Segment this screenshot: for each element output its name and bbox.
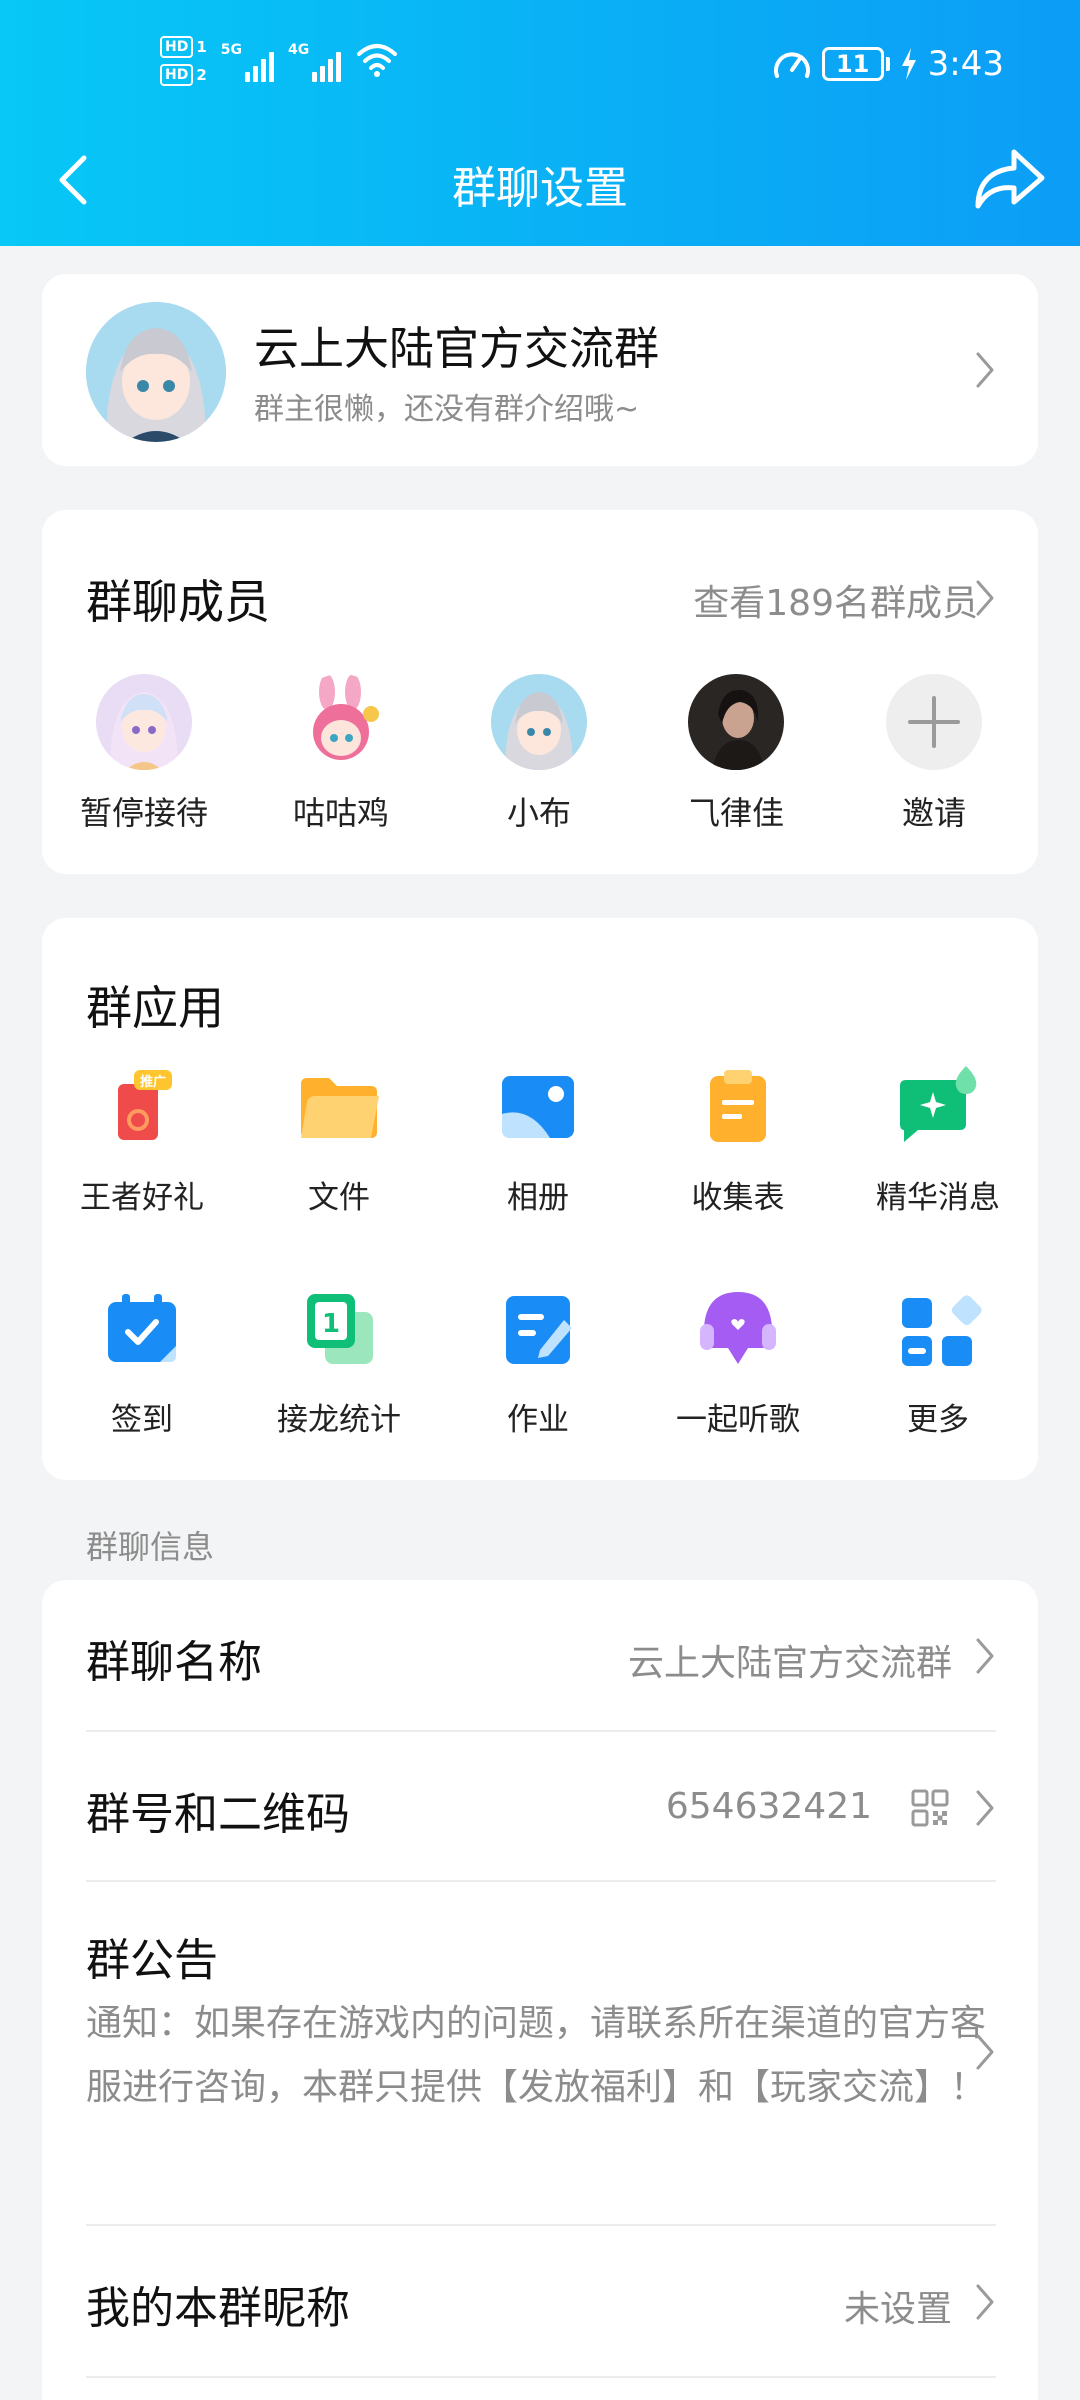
member-item[interactable]: 小布: [459, 674, 619, 834]
member-name: 暂停接待: [79, 794, 208, 832]
app-item[interactable]: 签到: [52, 1284, 232, 1439]
page-title: 群聊设置: [452, 163, 628, 214]
system-indicators: 11 3:43: [772, 44, 1004, 84]
share-icon[interactable]: [970, 144, 1050, 216]
announcement-label: 群公告: [86, 1935, 218, 1986]
checkin-calendar-icon[interactable]: [98, 1284, 186, 1372]
app-item[interactable]: 相册: [448, 1062, 628, 1217]
app-label: 作业: [507, 1402, 569, 1438]
sim1-indicator: HD 1: [160, 36, 207, 58]
member-name: 小布: [506, 794, 571, 832]
app-item[interactable]: 1 接龙统计: [249, 1284, 429, 1439]
sim2-indicator: HD 2: [160, 64, 207, 86]
group-name-value: 云上大陆官方交流群: [627, 1643, 952, 1684]
member-item[interactable]: ⺄律佳: [656, 674, 816, 834]
group-number-row[interactable]: 群号和二维码 654632421: [42, 1732, 1038, 1880]
group-description: 群主很懒，还没有群介绍哦~: [254, 392, 640, 427]
group-name-label: 群聊名称: [86, 1637, 262, 1688]
app-item[interactable]: 一起听歌: [648, 1284, 828, 1439]
clock: 3:43: [927, 44, 1004, 84]
nickname-value: 未设置: [843, 2289, 952, 2330]
member-item[interactable]: 暂停接待: [64, 674, 224, 834]
app-item[interactable]: 精华消息: [848, 1062, 1028, 1217]
nav-bar: 群聊设置: [0, 140, 1080, 220]
chevron-right-icon: [976, 352, 994, 388]
member-avatar[interactable]: [688, 674, 784, 770]
wifi-icon: [357, 44, 398, 77]
apps-title: 群应用: [86, 981, 224, 1035]
album-icon[interactable]: [494, 1062, 582, 1150]
app-item[interactable]: 收集表: [648, 1062, 828, 1217]
divider: [86, 2376, 996, 2378]
members-card: 群聊成员 查看189名群成员 暂停接待 咕咕鸡 小布 ⺄律佳 邀请: [42, 510, 1038, 874]
music-together-icon[interactable]: [694, 1284, 782, 1372]
invite-label: 邀请: [901, 794, 966, 832]
app-label: 签到: [111, 1402, 173, 1438]
header-bar: HD 1 HD 2 5G 4G 11 3:43 群聊设置: [0, 0, 1080, 246]
signal-5g-icon: 5G: [221, 36, 275, 82]
app-label: 收集表: [691, 1180, 785, 1216]
svg-text:1: 1: [322, 1309, 340, 1339]
homework-icon[interactable]: [494, 1284, 582, 1372]
member-avatar[interactable]: [491, 674, 587, 770]
folder-icon[interactable]: [295, 1062, 383, 1150]
nickname-label: 我的本群昵称: [86, 2283, 350, 2334]
chevron-right-icon: [976, 1790, 994, 1826]
app-item[interactable]: 推广 王者好礼: [52, 1062, 232, 1217]
group-info-card: 群聊名称 云上大陆官方交流群 群号和二维码 654632421 群公告 通知：如…: [42, 1580, 1038, 2400]
more-apps-icon[interactable]: [894, 1284, 982, 1372]
announcement-row[interactable]: 群公告 通知：如果存在游戏内的问题，请联系所在渠道的官方客服进行咨询，本群只提供…: [42, 1882, 1038, 2222]
app-item[interactable]: 作业: [448, 1284, 628, 1439]
app-label: 文件: [308, 1180, 370, 1216]
invite-button[interactable]: 邀请: [854, 674, 1014, 834]
member-avatar[interactable]: [96, 674, 192, 770]
app-label: 王者好礼: [80, 1180, 204, 1216]
announcement-text: 通知：如果存在游戏内的问题，请联系所在渠道的官方客服进行咨询，本群只提供【发放福…: [86, 2003, 987, 2108]
relay-stats-icon[interactable]: 1: [295, 1284, 383, 1372]
app-item[interactable]: 文件: [249, 1062, 429, 1217]
qr-code-icon[interactable]: [910, 1788, 950, 1828]
app-item[interactable]: 更多: [848, 1284, 1028, 1439]
gift-icon[interactable]: 推广: [98, 1062, 186, 1150]
app-label: 相册: [507, 1180, 569, 1216]
group-name-row[interactable]: 群聊名称 云上大陆官方交流群: [42, 1580, 1038, 1730]
add-icon[interactable]: [886, 674, 982, 770]
chevron-right-icon: [976, 2284, 994, 2320]
chevron-right-icon: [976, 1638, 994, 1674]
app-label: 一起听歌: [676, 1402, 800, 1438]
member-name: 咕咕鸡: [292, 794, 389, 832]
battery-icon: 11: [821, 47, 884, 81]
signal-group: HD 1 HD 2 5G 4G: [160, 36, 399, 86]
group-number-label: 群号和二维码: [86, 1789, 350, 1840]
view-all-members-link[interactable]: 查看189名群成员: [693, 574, 978, 626]
section-label: 群聊信息: [86, 1528, 215, 1566]
chevron-right-icon[interactable]: [974, 578, 996, 618]
group-profile-card[interactable]: 云上大陆官方交流群 群主很懒，还没有群介绍哦~: [42, 274, 1038, 466]
group-name: 云上大陆官方交流群: [254, 322, 660, 375]
nickname-row[interactable]: 我的本群昵称 未设置: [42, 2226, 1038, 2376]
promo-badge: 推广: [139, 1075, 166, 1090]
app-label: 更多: [907, 1402, 969, 1438]
members-title: 群聊成员: [86, 575, 270, 629]
status-bar: HD 1 HD 2 5G 4G 11 3:43: [0, 30, 1080, 110]
speedometer-icon: [773, 52, 810, 78]
member-avatar[interactable]: [293, 674, 389, 770]
member-name: ⺄律佳: [687, 794, 784, 832]
member-item[interactable]: 咕咕鸡: [261, 674, 421, 834]
essence-message-icon[interactable]: [894, 1062, 982, 1150]
app-label: 精华消息: [876, 1180, 1000, 1216]
group-number-value: 654632421: [665, 1786, 872, 1827]
chevron-right-icon: [976, 2034, 994, 2070]
charging-icon: [901, 48, 916, 80]
form-icon[interactable]: [694, 1062, 782, 1150]
group-avatar[interactable]: [86, 302, 226, 442]
app-label: 接龙统计: [277, 1402, 401, 1438]
signal-4g-icon: 4G: [288, 36, 342, 82]
